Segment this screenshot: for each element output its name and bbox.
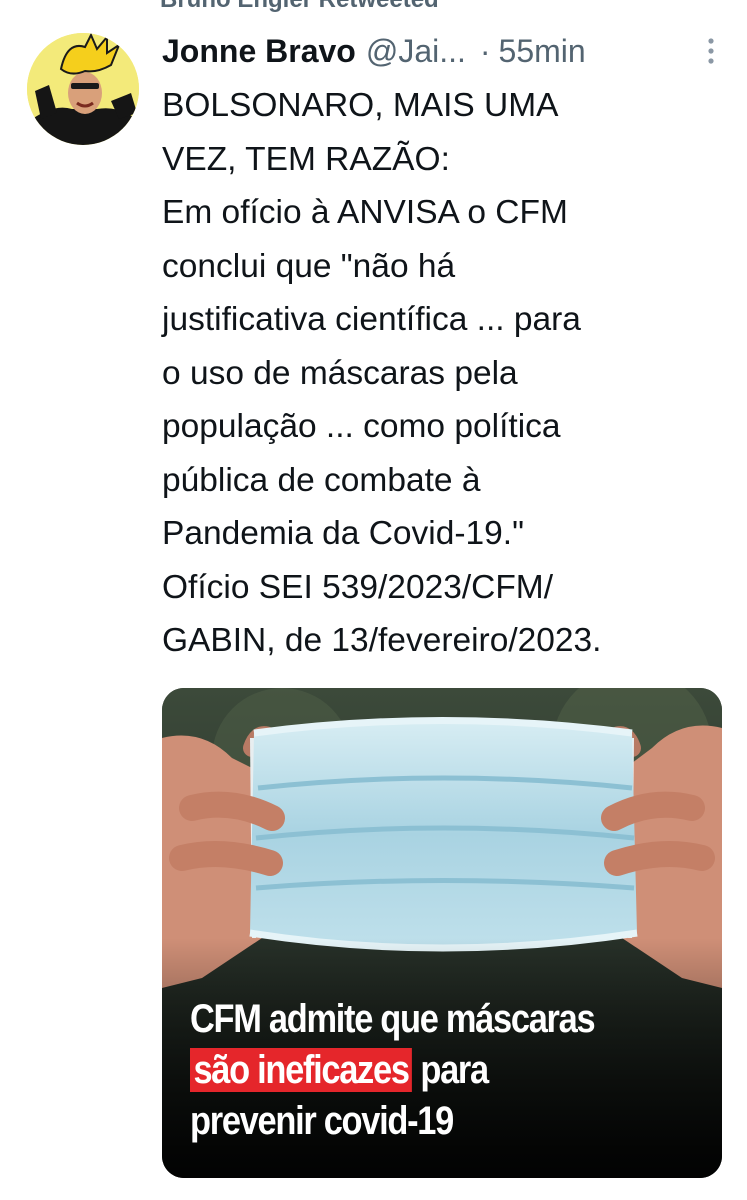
headline-line-rest: para <box>412 1048 489 1092</box>
tweet-text-line: o uso de máscaras pela <box>162 354 518 392</box>
tweet-text-line: Ofício SEI 539/2023/CFM/ <box>162 568 554 606</box>
tweet-text-line: Em ofício à ANVISA o CFM <box>162 194 568 231</box>
headline-line: CFM admite que máscaras <box>190 997 596 1041</box>
tweet-text-line: VEZ, TEM RAZÃO: <box>162 140 450 178</box>
tweet-text-line: GABIN, de 13/fevereiro/2023. <box>162 622 602 659</box>
media-headline: CFM admite que máscaras são ineficazes p… <box>190 994 596 1147</box>
tweet-media-image[interactable]: CFM admite que máscaras são ineficazes p… <box>162 688 722 1178</box>
tweet-text-line: justificativa científica ... para <box>162 301 581 338</box>
timestamp[interactable]: 55min <box>499 33 586 70</box>
more-vertical-icon <box>708 38 714 64</box>
tweet-text-line: Pandemia da Covid-19." <box>162 515 524 552</box>
tweet-text-line: conclui que "não há <box>162 247 456 285</box>
tweet-text: BOLSONARO, MAIS UMA VEZ, TEM RAZÃO: Em o… <box>162 79 732 668</box>
headline-line: são ineficazes para <box>190 1045 594 1096</box>
more-options-button[interactable] <box>701 34 721 68</box>
avatar-image <box>27 33 139 145</box>
tweet-header: Jonne Bravo @Jai... · 55min <box>162 26 725 76</box>
avatar[interactable] <box>27 33 139 145</box>
retweet-indicator[interactable]: Bruno Engler Retweeted <box>160 0 439 14</box>
headline-line: prevenir covid-19 <box>190 1099 454 1143</box>
tweet-text-line: população ... como política <box>162 408 561 445</box>
tweet-text-line: pública de combate à <box>162 461 481 499</box>
separator-dot: · <box>479 32 491 69</box>
tweet-text-line: BOLSONARO, MAIS UMA <box>162 87 559 124</box>
author-name[interactable]: Jonne Bravo <box>162 33 356 70</box>
headline-highlight: são ineficazes <box>190 1048 413 1092</box>
author-handle[interactable]: @Jai... <box>366 33 466 70</box>
